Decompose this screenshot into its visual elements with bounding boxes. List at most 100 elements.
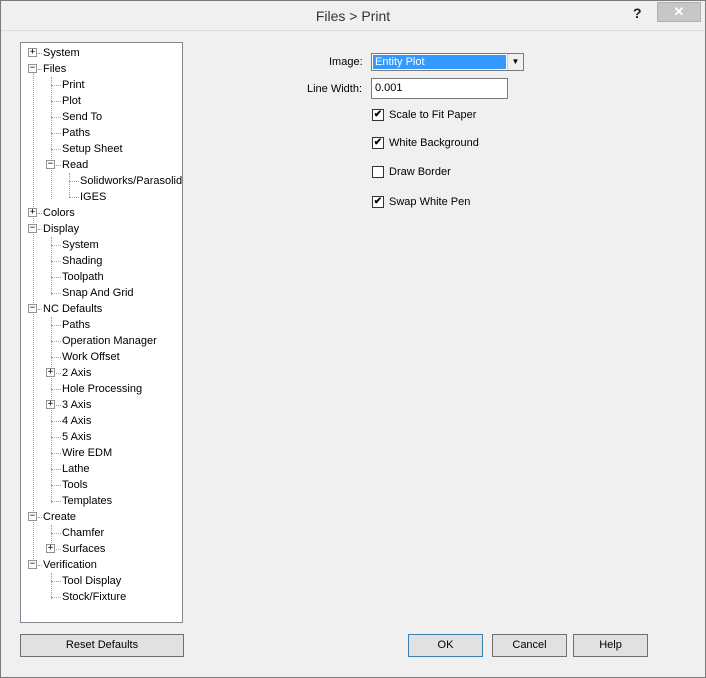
settings-tree[interactable]: + System − Files Print Plot Send To Path…	[20, 42, 183, 623]
tree-branch	[51, 533, 61, 534]
tree-item-label: Read	[62, 159, 89, 171]
tree-item-label: Create	[43, 511, 77, 523]
tree-item-label: Toolpath	[62, 271, 104, 283]
tree-branch	[51, 469, 61, 470]
tree-branch	[38, 229, 42, 230]
tree-item-label: Hole Processing	[62, 383, 143, 395]
expand-plus-icon[interactable]: +	[46, 544, 55, 553]
tree-item-label: IGES	[80, 191, 107, 203]
image-label: Image:	[329, 56, 363, 68]
expand-plus-icon[interactable]: +	[28, 48, 37, 57]
tree-line	[69, 173, 70, 197]
tree-branch	[51, 245, 61, 246]
tree-branch	[56, 165, 61, 166]
tree-branch	[51, 85, 61, 86]
tree-branch	[51, 101, 61, 102]
tree-branch	[51, 437, 61, 438]
reset-defaults-button[interactable]: Reset Defaults	[20, 634, 184, 657]
tree-branch	[51, 357, 61, 358]
title-bar: Files > Print ? ✕	[1, 1, 705, 31]
tree-item-label: Send To	[62, 111, 103, 123]
swap-white-pen-checkbox[interactable]: ✔	[372, 196, 384, 208]
scale-to-fit-label[interactable]: Scale to Fit Paper	[389, 109, 476, 121]
tree-item-label: Operation Manager	[62, 335, 157, 347]
tree-branch	[51, 277, 61, 278]
tree-branch	[51, 485, 61, 486]
image-select-value: Entity Plot	[373, 55, 506, 69]
tree-item-label: Plot	[62, 95, 81, 107]
tree-item-label: 5 Axis	[62, 431, 92, 443]
tree-item-label: Paths	[62, 319, 91, 331]
print-settings-dialog: Files > Print ? ✕ + System − Files Print	[0, 0, 706, 678]
tree-item-label: Work Offset	[62, 351, 120, 363]
tree-item-label: Tools	[62, 479, 88, 491]
tree-branch	[56, 549, 61, 550]
tree-branch	[51, 421, 61, 422]
dropdown-arrow-icon[interactable]: ▼	[507, 54, 523, 70]
help-question-icon[interactable]: ?	[633, 5, 642, 21]
tree-line	[51, 573, 52, 599]
swap-white-pen-label[interactable]: Swap White Pen	[389, 196, 470, 208]
collapse-minus-icon[interactable]: −	[46, 160, 55, 169]
tree-branch	[69, 181, 79, 182]
tree-item-label: Print	[62, 79, 85, 91]
cancel-button[interactable]: Cancel	[492, 634, 567, 657]
close-button[interactable]: ✕	[657, 2, 701, 22]
collapse-minus-icon[interactable]: −	[28, 224, 37, 233]
tree-branch	[38, 517, 42, 518]
tree-branch	[38, 565, 42, 566]
tree-branch	[51, 501, 61, 502]
tree-branch	[69, 197, 79, 198]
help-button[interactable]: Help	[573, 634, 648, 657]
tree-branch	[38, 69, 42, 70]
collapse-minus-icon[interactable]: −	[28, 304, 37, 313]
window-title: Files > Print	[315, 8, 391, 24]
expand-plus-icon[interactable]: +	[46, 368, 55, 377]
collapse-minus-icon[interactable]: −	[28, 560, 37, 569]
tree-item-label: Solidworks/Parasolid	[80, 175, 183, 187]
tree-item-label: 2 Axis	[62, 367, 92, 379]
tree-item-label: Setup Sheet	[62, 143, 123, 155]
tree-item-label: Shading	[62, 255, 103, 267]
tree-branch	[56, 405, 61, 406]
tree-branch	[51, 149, 61, 150]
tree-item-label: Verification	[43, 559, 97, 571]
tree-item-label: 4 Axis	[62, 415, 92, 427]
tree-item-label: Lathe	[62, 463, 90, 475]
tree-item-label: Files	[43, 63, 67, 75]
image-select[interactable]: Entity Plot ▼	[371, 53, 524, 71]
collapse-minus-icon[interactable]: −	[28, 64, 37, 73]
white-background-label[interactable]: White Background	[389, 137, 479, 149]
tree-item-label: Surfaces	[62, 543, 106, 555]
white-background-checkbox[interactable]: ✔	[372, 137, 384, 149]
tree-branch	[51, 325, 61, 326]
tree-line	[51, 317, 52, 503]
tree-line	[33, 73, 34, 569]
tree-item-label: System	[43, 47, 80, 59]
ok-button[interactable]: OK	[408, 634, 483, 657]
expand-plus-icon[interactable]: +	[46, 400, 55, 409]
line-width-label: Line Width:	[307, 83, 363, 95]
tree-branch	[38, 309, 42, 310]
tree-item-label: System	[62, 239, 99, 251]
draw-border-label[interactable]: Draw Border	[389, 166, 451, 178]
expand-plus-icon[interactable]: +	[28, 208, 37, 217]
line-width-input[interactable]: 0.001	[371, 78, 508, 99]
tree-item-label: Colors	[43, 207, 75, 219]
tree-branch	[51, 597, 61, 598]
collapse-minus-icon[interactable]: −	[28, 512, 37, 521]
tree-item-label: Wire EDM	[62, 447, 113, 459]
tree-branch	[51, 117, 61, 118]
scale-to-fit-checkbox[interactable]: ✔	[372, 109, 384, 121]
tree-item-label: Templates	[62, 495, 113, 507]
draw-border-checkbox[interactable]	[372, 166, 384, 178]
tree-branch	[51, 581, 61, 582]
tree-item-label: NC Defaults	[43, 303, 103, 315]
tree-item-label: Snap And Grid	[62, 287, 134, 299]
tree-item-label: Paths	[62, 127, 91, 139]
tree-branch	[38, 213, 42, 214]
tree-item-label: Chamfer	[62, 527, 105, 539]
tree-branch	[51, 453, 61, 454]
tree-item-label: Display	[43, 223, 80, 235]
tree-branch	[51, 261, 61, 262]
